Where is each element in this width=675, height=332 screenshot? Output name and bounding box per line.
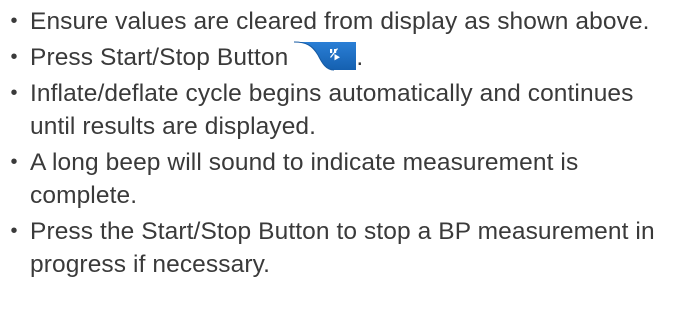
start-stop-icon [294,41,357,71]
bullet: • [10,220,18,242]
bullet: • [10,10,18,32]
list-item: • Press the Start/Stop Button to stop a … [0,215,675,281]
list-item: • Press Start/Stop Button . [0,41,675,74]
list-item: • Inflate/deflate cycle begins automatic… [0,77,675,143]
bullet: • [10,46,18,68]
bullet: • [10,82,18,104]
instruction-text: Ensure values are cleared from display a… [30,8,650,35]
instruction-text: Press the Start/Stop Button to stop a BP… [30,218,655,278]
list-item: • Ensure values are cleared from display… [0,5,675,38]
instruction-text: Inflate/deflate cycle begins automatical… [30,80,634,140]
instruction-text: Press Start/Stop Button [30,44,289,71]
list-item: • A long beep will sound to indicate mea… [0,146,675,212]
bullet: • [10,151,18,173]
instruction-list: • Ensure values are cleared from display… [0,5,675,284]
instruction-text-tail: . [356,44,364,71]
instruction-text: A long beep will sound to indicate measu… [30,149,579,209]
